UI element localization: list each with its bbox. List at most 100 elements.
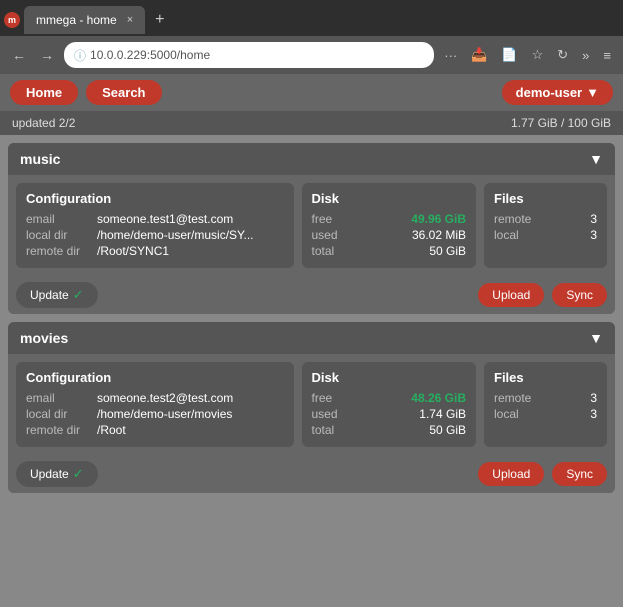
movies-files-remote-label: remote bbox=[494, 391, 531, 405]
movies-section-header[interactable]: movies ▼ bbox=[8, 322, 615, 354]
storage-status: 1.77 GiB / 100 GiB bbox=[511, 116, 611, 130]
music-localdir-label: local dir bbox=[26, 228, 91, 242]
movies-files-remote-row: remote 3 bbox=[494, 391, 597, 405]
movies-disk-title: Disk bbox=[312, 370, 467, 385]
movies-update-check-icon: ✓ bbox=[73, 466, 84, 482]
music-disk-free-value: 49.96 GiB bbox=[411, 212, 466, 226]
user-name: demo-user bbox=[516, 85, 582, 100]
movies-remotedir-value: /Root bbox=[97, 423, 126, 437]
user-menu-button[interactable]: demo-user ▼ bbox=[502, 80, 613, 105]
info-icon: ⓘ bbox=[74, 47, 86, 64]
music-files-remote-value: 3 bbox=[590, 212, 597, 226]
movies-disk-card: Disk free 48.26 GiB used 1.74 GiB total … bbox=[302, 362, 477, 447]
music-update-button[interactable]: Update ✓ bbox=[16, 282, 98, 308]
music-disk-total-value: 50 GiB bbox=[429, 244, 466, 258]
movies-disk-total-label: total bbox=[312, 423, 335, 437]
tab-title: mmega - home bbox=[36, 13, 117, 27]
music-section-footer: Update ✓ Upload Sync bbox=[8, 276, 615, 314]
music-sync-button[interactable]: Sync bbox=[552, 283, 607, 307]
music-remotedir-value: /Root/SYNC1 bbox=[97, 244, 169, 258]
movies-disk-total-row: total 50 GiB bbox=[312, 423, 467, 437]
music-section-title: music bbox=[20, 151, 60, 167]
reader-button[interactable]: 📄 bbox=[497, 45, 521, 65]
tab-close-button[interactable]: × bbox=[127, 14, 133, 26]
music-config-title: Configuration bbox=[26, 191, 284, 206]
top-navigation: Home Search demo-user ▼ bbox=[0, 74, 623, 111]
music-disk-card: Disk free 49.96 GiB used 36.02 MiB total… bbox=[302, 183, 477, 268]
user-arrow-icon: ▼ bbox=[586, 85, 599, 100]
movies-update-label: Update bbox=[30, 467, 69, 481]
music-files-local-row: local 3 bbox=[494, 228, 597, 242]
back-button[interactable]: ← bbox=[8, 45, 30, 65]
movies-upload-button[interactable]: Upload bbox=[478, 462, 544, 486]
menu-button[interactable]: ≡ bbox=[599, 46, 615, 65]
music-update-check-icon: ✓ bbox=[73, 287, 84, 303]
music-files-local-value: 3 bbox=[590, 228, 597, 242]
new-tab-button[interactable]: + bbox=[149, 9, 170, 31]
music-disk-used-label: used bbox=[312, 228, 338, 242]
browser-chrome: m mmega - home × + ← → ⓘ 10.0.0.229:5000… bbox=[0, 0, 623, 74]
movies-files-local-value: 3 bbox=[590, 407, 597, 421]
movies-files-title: Files bbox=[494, 370, 597, 385]
reload-button[interactable]: ↻ bbox=[553, 45, 572, 65]
address-text: 10.0.0.229:5000/home bbox=[90, 48, 210, 62]
music-section: music ▼ Configuration email someone.test… bbox=[8, 143, 615, 314]
movies-files-local-row: local 3 bbox=[494, 407, 597, 421]
movies-email-row: email someone.test2@test.com bbox=[26, 391, 284, 405]
movies-disk-free-row: free 48.26 GiB bbox=[312, 391, 467, 405]
movies-collapse-icon: ▼ bbox=[589, 330, 603, 346]
movies-update-button[interactable]: Update ✓ bbox=[16, 461, 98, 487]
movies-email-label: email bbox=[26, 391, 91, 405]
movies-localdir-label: local dir bbox=[26, 407, 91, 421]
music-files-remote-row: remote 3 bbox=[494, 212, 597, 226]
music-disk-free-row: free 49.96 GiB bbox=[312, 212, 467, 226]
forward-button[interactable]: → bbox=[36, 45, 58, 65]
music-email-row: email someone.test1@test.com bbox=[26, 212, 284, 226]
music-disk-used-row: used 36.02 MiB bbox=[312, 228, 467, 242]
music-remotedir-label: remote dir bbox=[26, 244, 91, 258]
movies-disk-total-value: 50 GiB bbox=[429, 423, 466, 437]
home-button[interactable]: Home bbox=[10, 80, 78, 105]
app-logo-icon: m bbox=[4, 12, 20, 28]
active-tab[interactable]: mmega - home × bbox=[24, 6, 145, 34]
movies-remotedir-row: remote dir /Root bbox=[26, 423, 284, 437]
movies-email-value: someone.test2@test.com bbox=[97, 391, 233, 405]
movies-config-card: Configuration email someone.test2@test.c… bbox=[16, 362, 294, 447]
more-tools-button[interactable]: » bbox=[578, 46, 593, 65]
music-section-body: Configuration email someone.test1@test.c… bbox=[8, 175, 615, 276]
app-content: Home Search demo-user ▼ updated 2/2 1.77… bbox=[0, 74, 623, 607]
music-files-card: Files remote 3 local 3 bbox=[484, 183, 607, 268]
address-bar[interactable]: ⓘ 10.0.0.229:5000/home bbox=[64, 42, 434, 68]
movies-section-body: Configuration email someone.test2@test.c… bbox=[8, 354, 615, 455]
more-button[interactable]: ··· bbox=[440, 46, 461, 65]
pocket-button[interactable]: 📥 bbox=[467, 45, 491, 65]
movies-section-title: movies bbox=[20, 330, 68, 346]
movies-files-card: Files remote 3 local 3 bbox=[484, 362, 607, 447]
music-section-header[interactable]: music ▼ bbox=[8, 143, 615, 175]
movies-sync-button[interactable]: Sync bbox=[552, 462, 607, 486]
movies-section: movies ▼ Configuration email someone.tes… bbox=[8, 322, 615, 493]
music-localdir-value: /home/demo-user/music/SY... bbox=[97, 228, 254, 242]
bookmark-button[interactable]: ☆ bbox=[528, 45, 548, 65]
tab-bar: m mmega - home × + bbox=[0, 0, 623, 36]
music-upload-button[interactable]: Upload bbox=[478, 283, 544, 307]
music-email-label: email bbox=[26, 212, 91, 226]
movies-section-footer: Update ✓ Upload Sync bbox=[8, 455, 615, 493]
movies-localdir-row: local dir /home/demo-user/movies bbox=[26, 407, 284, 421]
music-disk-total-row: total 50 GiB bbox=[312, 244, 467, 258]
movies-disk-used-value: 1.74 GiB bbox=[419, 407, 466, 421]
music-files-local-label: local bbox=[494, 228, 519, 242]
music-collapse-icon: ▼ bbox=[589, 151, 603, 167]
update-status: updated 2/2 bbox=[12, 116, 75, 130]
music-remotedir-row: remote dir /Root/SYNC1 bbox=[26, 244, 284, 258]
movies-config-title: Configuration bbox=[26, 370, 284, 385]
nav-buttons-left: Home Search bbox=[10, 80, 162, 105]
music-localdir-row: local dir /home/demo-user/music/SY... bbox=[26, 228, 284, 242]
movies-localdir-value: /home/demo-user/movies bbox=[97, 407, 232, 421]
search-button[interactable]: Search bbox=[86, 80, 161, 105]
movies-files-remote-value: 3 bbox=[590, 391, 597, 405]
music-disk-total-label: total bbox=[312, 244, 335, 258]
movies-disk-used-row: used 1.74 GiB bbox=[312, 407, 467, 421]
status-bar: updated 2/2 1.77 GiB / 100 GiB bbox=[0, 111, 623, 135]
music-config-card: Configuration email someone.test1@test.c… bbox=[16, 183, 294, 268]
